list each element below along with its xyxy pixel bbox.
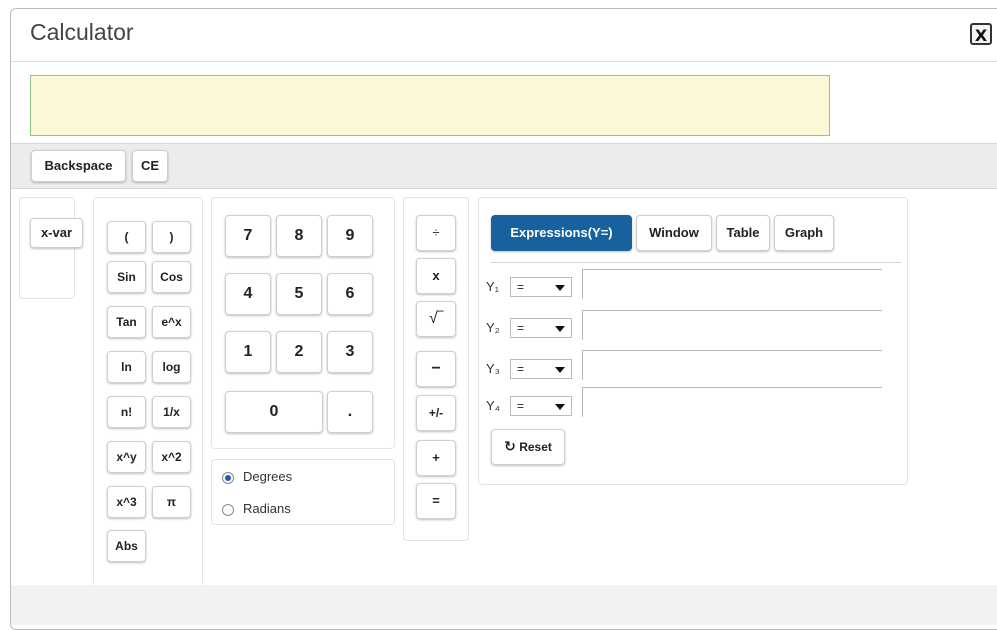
divide-button[interactable]: ÷ — [416, 215, 456, 251]
radians-label: Radians — [243, 501, 291, 516]
exp-button[interactable]: e^x — [152, 306, 191, 338]
digit-8-button[interactable]: 8 — [276, 215, 322, 257]
pi-button[interactable]: π — [152, 486, 191, 518]
tab-window[interactable]: Window — [636, 215, 712, 251]
sqrt-button[interactable]: √‾ — [416, 301, 456, 337]
chevron-down-icon — [555, 367, 565, 373]
edit-toolbar: Backspace CE — [11, 143, 997, 189]
close-icon: X — [974, 26, 988, 45]
radians-option[interactable]: Radians — [222, 501, 291, 516]
y1-label: Y₁ — [486, 279, 500, 294]
close-paren-button[interactable]: ) — [152, 221, 191, 253]
y3-relation-select[interactable]: = — [510, 359, 572, 379]
ce-button[interactable]: CE — [132, 150, 168, 182]
digit-7-button[interactable]: 7 — [225, 215, 271, 257]
y2-expression-input[interactable] — [582, 310, 882, 340]
digit-4-button[interactable]: 4 — [225, 273, 271, 315]
power-button[interactable]: x^y — [107, 441, 146, 473]
reciprocal-button[interactable]: 1/x — [152, 396, 191, 428]
chevron-down-icon — [555, 285, 565, 291]
xvar-button[interactable]: x-var — [30, 218, 83, 248]
digit-0-button[interactable]: 0 — [225, 391, 323, 433]
y4-relation-select[interactable]: = — [510, 396, 572, 416]
digit-3-button[interactable]: 3 — [327, 331, 373, 373]
y2-relation-select[interactable]: = — [510, 318, 572, 338]
degrees-label: Degrees — [243, 469, 293, 484]
equals-button[interactable]: = — [416, 483, 456, 519]
cube-button[interactable]: x^3 — [107, 486, 146, 518]
negate-button[interactable]: +/- — [416, 395, 456, 431]
y2-label: Y₂ — [486, 320, 500, 335]
y4-relation-value: = — [517, 399, 525, 413]
calculator-window: Calculator X Backspace CE x-var ( ) Sin … — [10, 8, 997, 630]
tab-expressions[interactable]: Expressions(Y=) — [491, 215, 632, 251]
chevron-down-icon — [555, 326, 565, 332]
sin-button[interactable]: Sin — [107, 261, 146, 293]
calculator-display[interactable] — [30, 75, 830, 136]
digit-6-button[interactable]: 6 — [327, 273, 373, 315]
title-bar: Calculator — [11, 9, 997, 62]
y3-expression-input[interactable] — [582, 350, 882, 380]
y3-label: Y₃ — [486, 361, 500, 376]
minus-button[interactable]: − — [416, 351, 456, 387]
functions-panel — [93, 197, 203, 587]
footer-strip — [11, 585, 997, 625]
radians-radio[interactable] — [222, 503, 234, 516]
ln-button[interactable]: ln — [107, 351, 146, 383]
digit-5-button[interactable]: 5 — [276, 273, 322, 315]
xvar-panel — [19, 197, 75, 299]
cos-button[interactable]: Cos — [152, 261, 191, 293]
y3-relation-value: = — [517, 362, 525, 376]
square-button[interactable]: x^2 — [152, 441, 191, 473]
digit-2-button[interactable]: 2 — [276, 331, 322, 373]
tabs-divider — [491, 262, 901, 263]
y1-relation-value: = — [517, 280, 525, 294]
factorial-button[interactable]: n! — [107, 396, 146, 428]
tab-graph[interactable]: Graph — [774, 215, 834, 251]
refresh-icon: ↻ — [504, 439, 516, 455]
window-title: Calculator — [30, 19, 134, 45]
decimal-point-button[interactable]: . — [327, 391, 373, 433]
digit-9-button[interactable]: 9 — [327, 215, 373, 257]
backspace-button[interactable]: Backspace — [31, 150, 126, 182]
reset-button[interactable]: ↻ Reset — [491, 429, 565, 465]
open-paren-button[interactable]: ( — [107, 221, 146, 253]
y4-label: Y₄ — [486, 398, 500, 413]
log-button[interactable]: log — [152, 351, 191, 383]
digit-1-button[interactable]: 1 — [225, 331, 271, 373]
multiply-button[interactable]: x — [416, 258, 456, 294]
reset-label: Reset — [519, 440, 552, 454]
y1-expression-input[interactable] — [582, 269, 882, 299]
y1-relation-select[interactable]: = — [510, 277, 572, 297]
y4-expression-input[interactable] — [582, 387, 882, 417]
tab-table[interactable]: Table — [716, 215, 770, 251]
tan-button[interactable]: Tan — [107, 306, 146, 338]
degrees-option[interactable]: Degrees — [222, 469, 292, 484]
close-button[interactable]: X — [970, 23, 992, 45]
y2-relation-value: = — [517, 321, 525, 335]
plus-button[interactable]: + — [416, 440, 456, 476]
abs-button[interactable]: Abs — [107, 530, 146, 562]
chevron-down-icon — [555, 404, 565, 410]
degrees-radio[interactable] — [222, 471, 234, 484]
